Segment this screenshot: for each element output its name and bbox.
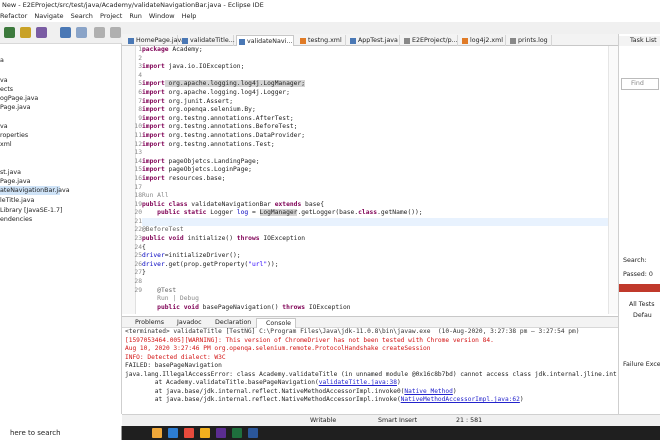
tab-javadoc[interactable]: Javadoc [168,318,206,328]
tab-validatenavigation[interactable]: validateNavi... [236,35,294,46]
menu-navigate[interactable]: Navigate [34,12,63,20]
java-file-icon [128,38,134,44]
eclipse-icon[interactable] [216,428,226,438]
search-label: Search: [623,257,647,264]
tree-item[interactable]: st.java [0,168,21,177]
console-header: <terminated> validateTitle [TestNG] C:\P… [125,328,580,335]
java-file-icon [239,39,245,45]
console-output[interactable]: <terminated> validateTitle [TestNG] C:\P… [122,328,618,414]
failure-exception-label: Failure Excep [623,361,660,368]
java-file-icon [350,38,356,44]
tab-e2eproject[interactable]: E2EProject/p... [402,35,458,46]
codelens-run-debug[interactable]: Run | Debug [142,295,608,304]
line-numbers: 1 2 3 4 5 6 7 8 9 10 11 12 13 14 15 16 1… [134,46,142,294]
taskbar-search[interactable]: here to search [0,426,122,440]
chrome-icon[interactable] [184,428,194,438]
back-icon[interactable] [94,27,105,38]
editor-tabs: HomePage.java validateTitle... validateN… [122,34,618,46]
stack-link[interactable]: NativeMethodAccessorImpl.java:62 [401,396,520,403]
status-bar: Writable Smart Insert 21 : 581 [122,414,660,426]
menu-window[interactable]: Window [149,12,175,20]
tree-item[interactable]: Page.java [0,103,30,112]
new-class-icon[interactable] [36,27,47,38]
tab-apptest[interactable]: AppTest.java [348,35,400,46]
tree-item[interactable]: ogPage.java [0,94,38,103]
tab-console[interactable]: Console [256,318,296,328]
folder-icon[interactable] [200,428,210,438]
file-explorer-icon[interactable] [152,428,162,438]
menu-bar: Refactor Navigate Search Project Run Win… [0,11,660,22]
tree-item[interactable]: xml [0,140,12,149]
tab-testng-xml[interactable]: testng.xml [298,35,346,46]
run-icon[interactable] [4,27,15,38]
tree-item[interactable]: endencies [0,215,32,224]
window-title: New - E2EProject/src/test/java/Academy/v… [0,0,660,11]
forward-icon[interactable] [110,27,121,38]
default-suite-node[interactable]: Defau [619,311,660,321]
code-editor[interactable]: package Academy; import java.io.IOExcept… [142,46,608,314]
file-icon [404,38,410,44]
stack-link[interactable]: Native Method [404,388,452,395]
tab-log4j2[interactable]: log4j2.xml [460,35,506,46]
edge-icon[interactable] [168,428,178,438]
word-icon[interactable] [248,428,258,438]
tree-item[interactable]: va [0,76,8,85]
editor-scrollbar[interactable] [608,46,618,314]
java-file-icon [182,38,188,44]
all-tests-node[interactable]: All Tests [619,300,660,310]
menu-search[interactable]: Search [71,12,93,20]
right-views: Task List Find Search: Passed: 0 All Tes… [618,34,660,414]
tree-item[interactable]: leTitle.java [0,196,34,205]
menu-refactor[interactable]: Refactor [0,12,27,20]
menu-help[interactable]: Help [182,12,197,20]
tree-item[interactable]: a [0,56,4,65]
codelens-run-all[interactable]: Run All [142,192,608,201]
search-icon[interactable] [76,27,87,38]
tab-problems[interactable]: Problems [126,318,168,328]
menu-run[interactable]: Run [129,12,141,20]
tree-item[interactable]: Page.java [0,177,30,186]
debug-icon[interactable] [20,27,31,38]
tree-item-selected[interactable]: ateNavigationBar.java [0,186,70,195]
tab-homepage[interactable]: HomePage.java [126,35,185,46]
menu-project[interactable]: Project [100,12,122,20]
tree-item[interactable]: ects [0,85,13,94]
file-icon [510,38,516,44]
task-list-view-tab[interactable]: Task List [619,36,660,46]
tree-item[interactable]: va [0,122,8,131]
xml-file-icon [462,38,468,44]
excel-icon[interactable] [232,428,242,438]
tab-validatetitle[interactable]: validateTitle... [180,35,235,46]
tab-prints-log[interactable]: prints.log [508,35,552,46]
package-explorer: a va ects ogPage.java Page.java va roper… [0,44,122,414]
open-type-icon[interactable] [60,27,71,38]
tree-item[interactable]: Library [JavaSE-1.7] [0,206,63,215]
passed-count: Passed: 0 [623,271,653,278]
bottom-panel-tabs: Problems Javadoc Declaration Console [122,316,618,328]
tab-declaration[interactable]: Declaration [206,318,254,328]
test-progress-bar [619,284,660,292]
tree-item[interactable]: roperties [0,131,28,140]
xml-file-icon [300,38,306,44]
stack-link[interactable]: validateTitle.java:38 [319,379,397,386]
find-input[interactable]: Find [621,78,659,90]
